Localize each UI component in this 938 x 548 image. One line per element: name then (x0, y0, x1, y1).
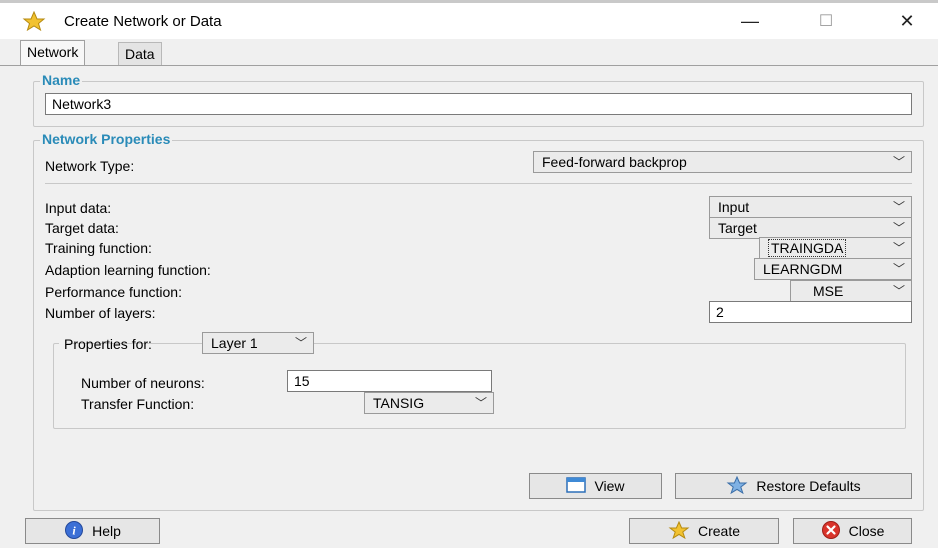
input-data-label: Input data: (45, 200, 112, 216)
close-button[interactable]: Close (793, 518, 912, 544)
transfer-function-value: TANSIG (373, 395, 425, 411)
performance-function-dropdown[interactable]: MSE ﹀ (790, 280, 912, 302)
performance-function-label: Performance function: (45, 284, 182, 300)
divider (45, 183, 912, 184)
target-data-dropdown[interactable]: Target ﹀ (709, 217, 912, 239)
chevron-down-icon: ﹀ (892, 155, 905, 169)
network-type-label: Network Type: (45, 158, 135, 174)
number-of-layers-label: Number of layers: (45, 305, 156, 321)
maximize-button[interactable]: ☐ (803, 3, 849, 39)
transfer-function-dropdown[interactable]: TANSIG ﹀ (364, 392, 494, 414)
target-data-label: Target data: (45, 220, 119, 236)
restore-defaults-button[interactable]: Restore Defaults (675, 473, 912, 499)
adaption-learning-dropdown[interactable]: LEARNGDM ﹀ (754, 258, 912, 280)
app-star-icon (22, 10, 46, 32)
input-data-value: Input (718, 199, 750, 215)
target-data-value: Target (718, 220, 757, 236)
adaption-learning-label: Adaption learning function: (45, 262, 211, 278)
minimize-button[interactable]: — (727, 3, 773, 39)
close-icon (821, 520, 841, 543)
number-of-neurons-input[interactable]: 15 (287, 370, 492, 392)
view-button[interactable]: View (529, 473, 662, 499)
help-button[interactable]: i Help (25, 518, 160, 544)
layer-value: Layer 1 (211, 335, 258, 351)
create-button[interactable]: Create (629, 518, 779, 544)
layer-dropdown[interactable]: Layer 1 ﹀ (202, 332, 314, 354)
training-function-value: TRAINGDA (768, 239, 847, 257)
number-of-neurons-label: Number of neurons: (81, 375, 205, 391)
transfer-function-label: Transfer Function: (81, 396, 195, 412)
network-type-dropdown[interactable]: Feed-forward backprop ﹀ (533, 151, 912, 173)
create-label: Create (697, 523, 741, 539)
chevron-down-icon: ﹀ (892, 241, 905, 255)
restore-defaults-label: Restore Defaults (756, 478, 861, 494)
window-title: Create Network or Data (64, 13, 222, 30)
help-label: Help (92, 523, 121, 539)
view-label: View (594, 478, 625, 494)
input-data-dropdown[interactable]: Input ﹀ (709, 196, 912, 218)
close-label: Close (848, 523, 885, 539)
star-icon (726, 475, 748, 497)
training-function-dropdown[interactable]: TRAINGDA ﹀ (759, 237, 912, 259)
tab-data[interactable]: Data (118, 42, 162, 65)
window-icon (566, 476, 587, 496)
properties-for-label: Properties for: (64, 336, 152, 352)
chevron-down-icon: ﹀ (294, 336, 307, 350)
close-window-button[interactable]: ✕ (884, 3, 930, 39)
number-of-layers-input[interactable]: 2 (709, 301, 912, 323)
name-legend: Name (40, 72, 83, 88)
help-icon: i (64, 520, 84, 543)
performance-function-value: MSE (813, 283, 844, 299)
chevron-down-icon: ﹀ (892, 221, 905, 235)
training-function-label: Training function: (45, 240, 152, 256)
chevron-down-icon: ﹀ (892, 200, 905, 214)
network-name-input[interactable]: Network3 (45, 93, 912, 115)
chevron-down-icon: ﹀ (892, 284, 905, 298)
network-type-value: Feed-forward backprop (542, 154, 687, 170)
tab-network[interactable]: Network (20, 40, 86, 65)
star-icon (668, 520, 690, 542)
network-properties-legend: Network Properties (40, 131, 173, 147)
adaption-learning-value: LEARNGDM (763, 261, 843, 277)
chevron-down-icon: ﹀ (892, 262, 905, 276)
chevron-down-icon: ﹀ (474, 396, 487, 410)
